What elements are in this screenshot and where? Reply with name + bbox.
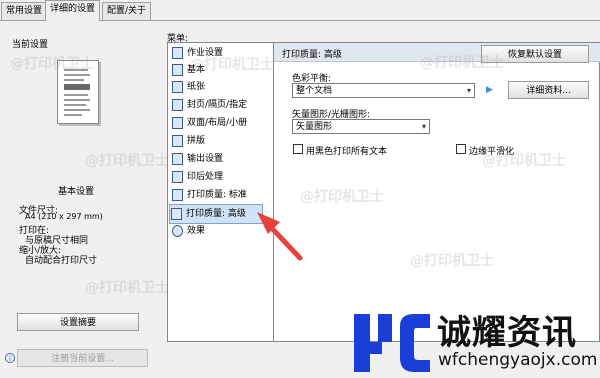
brand-logo-icon bbox=[354, 314, 430, 372]
brand-name: 诚耀资讯 bbox=[437, 313, 577, 353]
brand-url: wfchengyaojx.com bbox=[438, 350, 598, 370]
